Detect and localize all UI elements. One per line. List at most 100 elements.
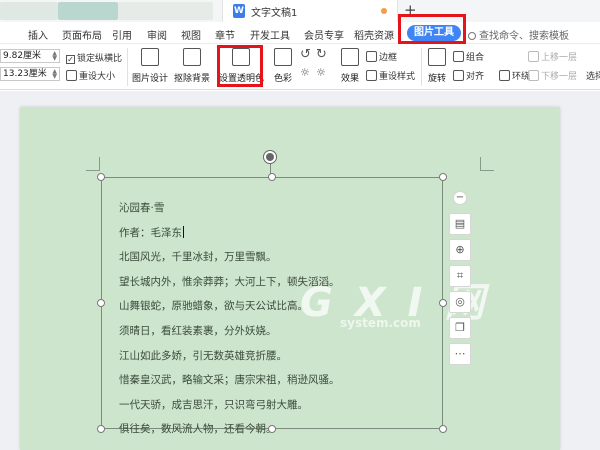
blurred-region (0, 2, 58, 20)
menu-view[interactable]: 视图 (181, 27, 201, 42)
watermark-sub: system.com (340, 316, 421, 330)
menu-page-layout[interactable]: 页面布局 (62, 27, 102, 42)
menu-references[interactable]: 引用 (112, 27, 132, 42)
resize-handle[interactable] (439, 299, 447, 307)
send-backward-label: 下移一层 (541, 72, 578, 82)
effects-button[interactable]: 效果 (334, 46, 366, 88)
width-value: 13.23厘米 (3, 69, 47, 79)
contrast-icon[interactable]: ☼ (316, 66, 326, 79)
document-icon: W (233, 4, 245, 18)
bring-forward-button[interactable]: 上移一层 (528, 50, 577, 63)
minus-icon[interactable]: − (453, 191, 467, 205)
select-button[interactable]: 选择 (586, 69, 600, 82)
resize-handle[interactable] (268, 425, 276, 433)
resize-handle[interactable] (439, 425, 447, 433)
wrap-button[interactable]: 环绕 (499, 69, 530, 82)
send-backward-icon (528, 70, 539, 81)
poem-line: 俱往矣，数风流人物，还看今朝。 (119, 423, 277, 436)
text-cursor (183, 225, 184, 238)
reset-style-label: 重设样式 (379, 72, 416, 82)
title-bar: W 文字文稿1 + (0, 0, 600, 22)
picture-design-label: 图片设计 (131, 74, 168, 84)
resize-handle[interactable] (439, 173, 447, 181)
resize-handle[interactable] (97, 299, 105, 307)
checkbox-icon: ✓ (66, 55, 75, 64)
align-button[interactable]: 对齐 (453, 69, 484, 82)
document-workspace: 沁园春·雪 作者：毛泽东 北国风光，千里冰封，万里雪飘。 望长城内外，惟余莽莽；… (0, 91, 600, 450)
document-page[interactable]: 沁园春·雪 作者：毛泽东 北国风光，千里冰封，万里雪飘。 望长城内外，惟余莽莽；… (20, 107, 560, 450)
resize-handle[interactable] (97, 173, 105, 181)
picture-design-icon (141, 48, 159, 66)
select-label: 选择 (586, 72, 600, 82)
group-label: 组合 (466, 53, 485, 63)
effects-icon (341, 48, 359, 66)
blurred-region (118, 2, 213, 20)
light-icon[interactable]: ◎ (449, 291, 471, 313)
selected-textbox[interactable]: 沁园春·雪 作者：毛泽东 北国风光，千里冰封，万里雪飘。 望长城内外，惟余莽莽；… (101, 177, 484, 435)
send-backward-button[interactable]: 下移一层 (528, 69, 577, 82)
rotate-right-icon[interactable]: ↻ (316, 47, 327, 62)
resize-handle[interactable] (268, 173, 276, 181)
menu-bar: 插入 页面布局 引用 审阅 视图 章节 开发工具 会员专享 稻壳资源 图片工具 … (0, 22, 600, 44)
divider (127, 48, 128, 86)
width-field[interactable]: 13.23厘米 ▲ ▼ (0, 67, 60, 81)
menu-review[interactable]: 审阅 (147, 27, 167, 42)
unsaved-dot-icon (381, 8, 387, 14)
zoom-icon[interactable]: ⊕ (449, 239, 471, 261)
color-button[interactable]: 色彩 (266, 46, 300, 88)
spinner-icon[interactable]: ▲ ▼ (52, 51, 57, 62)
blurred-region (58, 2, 118, 20)
search-placeholder: 查找命令、搜索模板 (479, 31, 569, 42)
effects-label: 效果 (340, 74, 359, 84)
crop-icon[interactable]: ⌗ (449, 265, 471, 287)
border-button[interactable]: 边框 (366, 50, 397, 63)
spinner-icon[interactable]: ▲ ▼ (52, 69, 57, 80)
height-field[interactable]: 9.82厘米 ▲ ▼ (0, 49, 60, 63)
remove-background-icon (183, 48, 201, 66)
remove-background-button[interactable]: 抠除背景 (172, 46, 212, 88)
reset-size-button[interactable]: 重设大小 (66, 69, 115, 82)
copy-icon[interactable]: ❐ (449, 317, 471, 339)
more-icon[interactable]: ⋯ (449, 343, 471, 365)
brightness-icon[interactable]: ☼ (300, 66, 310, 79)
height-value: 9.82厘米 (3, 51, 42, 61)
poem-line: 江山如此多娇，引无数英雄竞折腰。 (119, 349, 287, 362)
highlight-box-transparent-color (217, 45, 263, 87)
corner-mark (86, 157, 100, 171)
reset-size-icon (66, 70, 77, 81)
lock-ratio-checkbox[interactable]: ✓ 锁定纵横比 (66, 51, 122, 64)
menu-developer[interactable]: 开发工具 (250, 27, 290, 42)
rotate-button[interactable]: 旋转 (423, 46, 451, 88)
menu-insert[interactable]: 插入 (28, 27, 48, 42)
rotate-icon (428, 48, 446, 66)
divider (421, 48, 422, 86)
poem-line: 一代天骄，成吉思汗，只识弯弓射大雕。 (119, 398, 308, 411)
menu-daoke[interactable]: 稻壳资源 (354, 27, 394, 42)
reset-style-icon (366, 70, 377, 81)
poem-author-text: 作者：毛泽东 (119, 226, 182, 239)
picture-design-button[interactable]: 图片设计 (130, 46, 170, 88)
corner-mark (480, 157, 494, 171)
remove-background-label: 抠除背景 (173, 74, 210, 84)
poem-author: 作者：毛泽东 (119, 225, 340, 250)
menu-section[interactable]: 章节 (215, 27, 235, 42)
wrap-icon (499, 70, 510, 81)
document-tab[interactable]: W 文字文稿1 (222, 0, 398, 22)
reset-style-button[interactable]: 重设样式 (366, 69, 415, 82)
resize-handle[interactable] (97, 425, 105, 433)
bring-forward-icon (528, 51, 539, 62)
reset-size-label: 重设大小 (79, 72, 116, 82)
menu-member[interactable]: 会员专享 (304, 27, 344, 42)
border-label: 边框 (379, 53, 398, 63)
group-button[interactable]: 组合 (453, 50, 484, 63)
highlight-box-picture-tools (398, 14, 466, 44)
rotate-left-icon[interactable]: ↺ (300, 47, 311, 62)
align-label: 对齐 (466, 72, 485, 82)
layout-icon[interactable]: ▤ (449, 213, 471, 235)
rotate-label: 旋转 (427, 74, 446, 84)
lock-ratio-label: 锁定纵横比 (77, 54, 123, 64)
rotate-handle-icon[interactable] (264, 151, 276, 163)
border-icon (366, 51, 377, 62)
command-search[interactable]: 查找命令、搜索模板 (468, 27, 569, 42)
color-label: 色彩 (273, 74, 292, 84)
